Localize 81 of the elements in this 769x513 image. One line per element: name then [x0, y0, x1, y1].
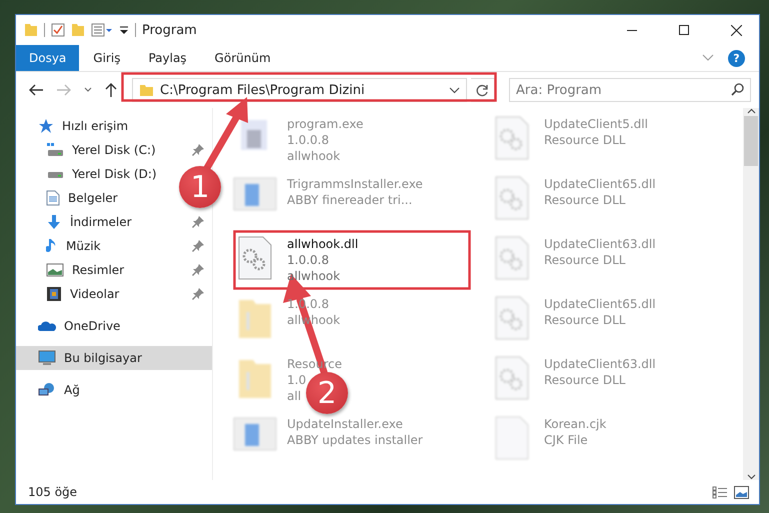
cloud-icon: [38, 320, 56, 332]
thumbnail-view-icon[interactable]: [734, 486, 749, 498]
file-detail: all: [287, 388, 302, 404]
music-note-icon: [46, 238, 58, 254]
address-path: C:\Program Files\Program Dizini: [160, 82, 366, 98]
sidebar-item[interactable]: Yerel Disk (D:): [16, 162, 165, 186]
file-detail: 1.0.0.8: [287, 132, 329, 148]
file-detail: 1.0.0.8: [287, 252, 329, 268]
file-detail: CJK File: [544, 432, 588, 448]
scrollbar-track[interactable]: [743, 108, 759, 480]
sidebar-item[interactable]: OneDrive: [16, 314, 212, 338]
sidebar-label: Videolar: [70, 287, 120, 301]
ribbon-tab[interactable]: Giriş: [79, 45, 134, 71]
ribbon-tab[interactable]: Dosya: [16, 45, 80, 71]
file-detail: 1.0: [287, 372, 306, 388]
sidebar-label: Bu bilgisayar: [64, 351, 143, 365]
checklist-icon[interactable]: [51, 23, 65, 37]
file-detail: allwhook: [287, 148, 340, 164]
sidebar-item[interactable]: Resimler: [16, 258, 212, 282]
close-icon: [730, 24, 742, 36]
window-title: Program: [142, 22, 197, 38]
sidebar-item[interactable]: İndirmeler: [16, 210, 212, 234]
document-icon: [46, 190, 60, 206]
sidebar-item[interactable]: Hızlı erişim: [16, 114, 212, 138]
file-name[interactable]: allwhook.dll: [287, 236, 358, 252]
network-icon: [38, 382, 56, 398]
sidebar-label: Yerel Disk (C:): [72, 143, 157, 157]
ribbon-tab[interactable]: Görünüm: [200, 45, 285, 71]
sidebar-label: Ağ: [64, 383, 81, 397]
pin-icon[interactable]: [192, 216, 204, 228]
folder-icon: [139, 84, 154, 96]
sidebar-label: Hızlı erişim: [62, 119, 130, 133]
sidebar-item[interactable]: Belgeler: [16, 186, 126, 210]
sidebar-item[interactable]: Müzik: [16, 234, 212, 258]
maximize-icon: [679, 25, 689, 35]
scroll-thumb[interactable]: [744, 116, 758, 166]
star-icon: [38, 118, 54, 134]
help-button[interactable]: ?: [728, 50, 745, 66]
picture-icon: [46, 263, 64, 277]
ribbon-tab[interactable]: Paylaş: [134, 45, 201, 71]
pin-icon[interactable]: [192, 144, 204, 156]
scroll-down-icon[interactable]: [746, 474, 756, 480]
refresh-icon: [476, 84, 490, 96]
pin-icon[interactable]: [192, 240, 204, 252]
drive-icon: [46, 142, 64, 158]
film-icon: [46, 286, 62, 302]
dropdown-icon[interactable]: [119, 24, 129, 36]
refresh-button[interactable]: [471, 78, 495, 102]
search-icon: [731, 83, 744, 96]
sidebar-label: OneDrive: [64, 319, 122, 333]
file-detail: Resource DLL: [544, 312, 626, 328]
sidebar-label: Müzik: [66, 239, 102, 253]
address-bar[interactable]: C:\Program Files\Program Dizini: [132, 78, 468, 102]
chevron-down-icon[interactable]: [449, 86, 460, 94]
file-detail: ABBY finereader tri...: [287, 192, 412, 208]
window-icon: [233, 176, 277, 212]
monitor-icon: [38, 350, 56, 366]
file-detail: Resource DLL: [544, 252, 626, 268]
scroll-up-icon[interactable]: [746, 108, 756, 114]
pin-icon[interactable]: [192, 264, 204, 276]
search-field[interactable]: Ara: Program: [509, 78, 751, 102]
file-detail: Resource DLL: [544, 192, 626, 208]
file-detail: ABBY updates installer: [287, 432, 423, 448]
item-count: 105 öğe: [28, 485, 78, 499]
sidebar-item[interactable]: Ağ: [16, 378, 212, 402]
file-detail: Resource DLL: [544, 372, 626, 388]
download-arrow-icon: [46, 214, 62, 230]
sidebar-label: İndirmeler: [70, 215, 133, 229]
file-detail: Resource DLL: [544, 132, 626, 148]
properties-icon[interactable]: [91, 23, 113, 37]
sidebar-item[interactable]: Yerel Disk (C:): [16, 138, 212, 162]
window-icon: [233, 416, 277, 452]
sidebar-label: Belgeler: [68, 191, 118, 205]
pin-icon[interactable]: [192, 288, 204, 300]
details-view-icon[interactable]: [712, 486, 728, 498]
sidebar-label: Resimler: [72, 263, 126, 277]
drive-icon: [46, 170, 64, 178]
sidebar-label: Yerel Disk (D:): [72, 167, 157, 181]
sidebar-item[interactable]: Videolar: [16, 282, 212, 306]
sidebar-item[interactable]: Bu bilgisayar: [16, 346, 212, 370]
folder-icon: [24, 23, 38, 37]
